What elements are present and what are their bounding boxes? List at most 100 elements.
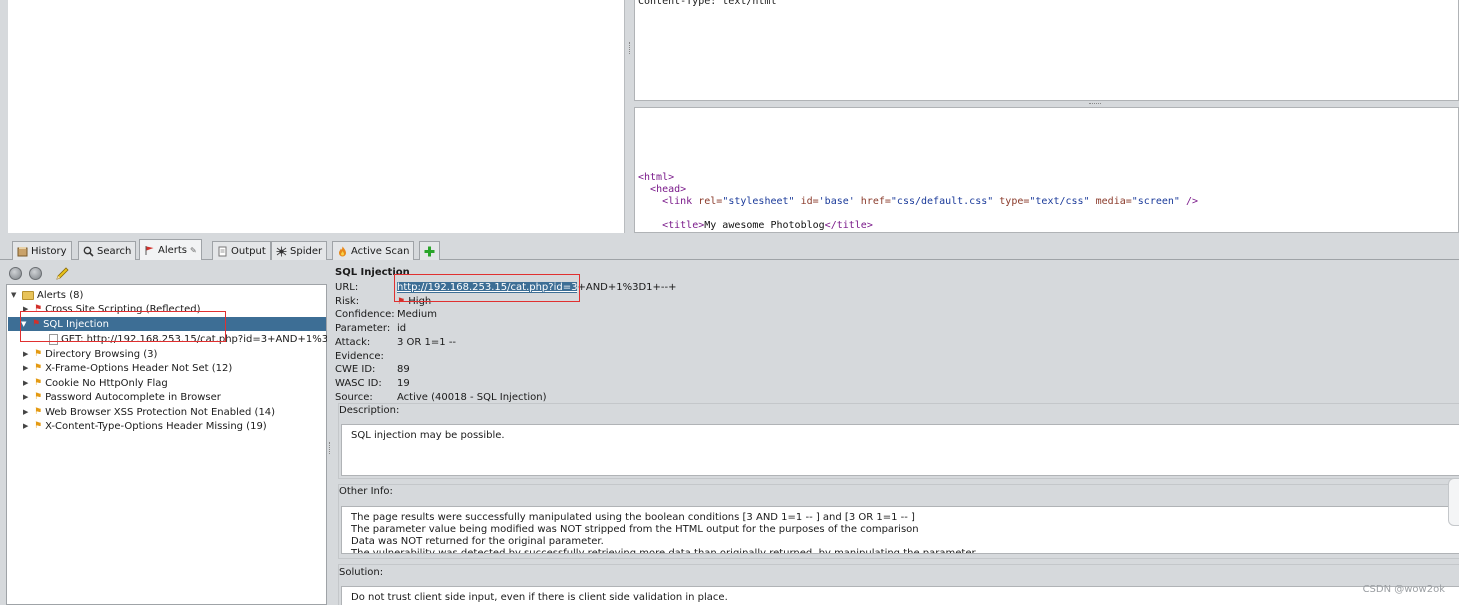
url-label: URL: <box>335 282 359 293</box>
expand-arrow-icon[interactable]: ▶ <box>23 364 31 372</box>
filter-button[interactable] <box>9 267 22 280</box>
link-button[interactable] <box>29 267 42 280</box>
tab-output[interactable]: Output <box>212 241 271 260</box>
solution-textarea[interactable]: Do not trust client side input, even if … <box>341 586 1459 605</box>
tab-label: Alerts <box>158 244 188 256</box>
description-label: Description: <box>339 405 400 416</box>
tree-root-alerts[interactable]: ▼ Alerts (8) <box>11 288 83 302</box>
parameter-row: Parameter: id <box>335 323 406 335</box>
request-panel[interactable] <box>8 0 625 233</box>
tab-label: Search <box>97 245 132 257</box>
tree-item-label: Web Browser XSS Protection Not Enabled (… <box>45 406 276 418</box>
code-line <box>638 208 1198 220</box>
confidence-label: Confidence: <box>335 309 395 320</box>
attack-row: Attack: 3 OR 1=1 -- <box>335 337 456 349</box>
tree-item[interactable]: ▶ ⚑ Directory Browsing (3) <box>23 347 157 361</box>
wasc-row: WASC ID: 19 <box>335 378 410 390</box>
tree-root-label: Alerts (8) <box>37 289 84 301</box>
bottom-tab-bar: History Search Alerts ✎ Output Spider Ac… <box>0 238 1459 260</box>
expand-arrow-icon[interactable]: ▶ <box>23 408 31 416</box>
confidence-value: Medium <box>397 309 437 320</box>
description-textarea[interactable]: SQL injection may be possible. <box>341 424 1459 476</box>
code-line: <link rel="stylesheet" id='base' href="c… <box>638 196 1198 208</box>
spider-icon <box>276 246 287 256</box>
confidence-row: Confidence: Medium <box>335 309 437 321</box>
alerts-toolbar <box>6 264 326 284</box>
parameter-value: id <box>397 323 407 334</box>
side-scroll-handle[interactable] <box>1448 478 1459 526</box>
flame-icon <box>339 246 346 256</box>
wasc-value: 19 <box>397 378 410 389</box>
url-rest: +AND+1%3D1+--+ <box>577 282 677 293</box>
risk-label: Risk: <box>335 296 360 307</box>
tab-add[interactable] <box>419 241 440 260</box>
vertical-splitter[interactable] <box>626 0 634 233</box>
cwe-label: CWE ID: <box>335 364 376 375</box>
history-icon <box>17 246 28 256</box>
code-token: My awesome Photoblog <box>704 220 825 231</box>
expand-arrow-icon[interactable]: ▶ <box>23 350 31 358</box>
alert-flag-icon: ⚑ <box>34 407 43 417</box>
tab-spider[interactable]: Spider <box>271 241 328 260</box>
tab-label: History <box>31 245 67 257</box>
code-token: type= <box>993 196 1030 207</box>
code-token: "css/default.css" <box>890 196 994 207</box>
edit-pencil-icon[interactable] <box>55 266 70 281</box>
pin-icon[interactable]: ✎ <box>190 246 197 255</box>
search-icon <box>83 246 94 257</box>
tree-item[interactable]: ▶ ⚑ Password Autocomplete in Browser <box>23 390 221 404</box>
parameter-label: Parameter: <box>335 323 391 334</box>
code-token: </title> <box>824 220 873 231</box>
tree-item-label: X-Frame-Options Header Not Set (12) <box>45 362 233 374</box>
tree-item-label: Cookie No HttpOnly Flag <box>45 377 168 389</box>
tab-active-scan[interactable]: Active Scan <box>332 241 415 260</box>
other-info-textarea[interactable]: The page results were successfully manip… <box>341 506 1459 554</box>
evidence-row: Evidence: <box>335 351 397 363</box>
other-info-line: The page results were successfully manip… <box>351 512 915 523</box>
alert-flag-icon: ⚑ <box>34 363 43 373</box>
code-token: media= <box>1089 196 1132 207</box>
alert-flag-icon <box>145 245 154 255</box>
zap-window: Content-Type: text/html <html> <head> <l… <box>0 0 1459 605</box>
code-token: "text/css" <box>1029 196 1090 207</box>
tab-label: Output <box>231 245 266 257</box>
expand-arrow-icon[interactable]: ▼ <box>11 291 19 299</box>
other-info-line: Data was NOT returned for the original p… <box>351 536 604 547</box>
response-header-text: Content-Type: text/html <box>638 0 777 7</box>
code-token: <html> <box>638 172 675 183</box>
tab-search[interactable]: Search <box>78 241 137 260</box>
output-icon <box>218 246 227 256</box>
folder-icon <box>22 290 34 300</box>
tab-history[interactable]: History <box>12 241 72 260</box>
evidence-label: Evidence: <box>335 351 384 362</box>
expand-arrow-icon[interactable]: ▶ <box>23 379 31 387</box>
response-body-pane[interactable]: <html> <head> <link rel="stylesheet" id=… <box>634 107 1459 233</box>
response-body-code: <html> <head> <link rel="stylesheet" id=… <box>638 172 1198 232</box>
source-label: Source: <box>335 392 373 403</box>
expand-arrow-icon[interactable]: ▶ <box>23 393 31 401</box>
solution-text: Do not trust client side input, even if … <box>351 592 728 603</box>
tree-item[interactable]: ▶ ⚑ Cookie No HttpOnly Flag <box>23 376 168 390</box>
alert-detail-panel: SQL Injection URL: http://192.168.253.15/… <box>333 262 1459 605</box>
annotation-box-url <box>394 274 580 302</box>
code-line: <html> <box>638 172 1198 184</box>
tab-alerts[interactable]: Alerts ✎ <box>139 239 202 260</box>
code-token: <head> <box>650 184 687 195</box>
code-token: "stylesheet" <box>722 196 795 207</box>
attack-label: Attack: <box>335 337 371 348</box>
response-header-pane[interactable]: Content-Type: text/html <box>634 0 1459 101</box>
tree-item[interactable]: ▶ ⚑ X-Frame-Options Header Not Set (12) <box>23 361 232 375</box>
expand-arrow-icon[interactable]: ▶ <box>23 422 31 430</box>
other-info-line: The vulnerability was detected by succes… <box>351 548 976 554</box>
tree-item[interactable]: ▶ ⚑ X-Content-Type-Options Header Missing … <box>23 419 267 433</box>
code-token: 'base' <box>818 196 855 207</box>
tree-item[interactable]: ▶ ⚑ Web Browser XSS Protection Not Enabled… <box>23 405 275 419</box>
alert-flag-icon: ⚑ <box>34 378 43 388</box>
wasc-label: WASC ID: <box>335 378 382 389</box>
description-text: SQL injection may be possible. <box>351 430 505 441</box>
code-token: rel= <box>698 196 723 207</box>
